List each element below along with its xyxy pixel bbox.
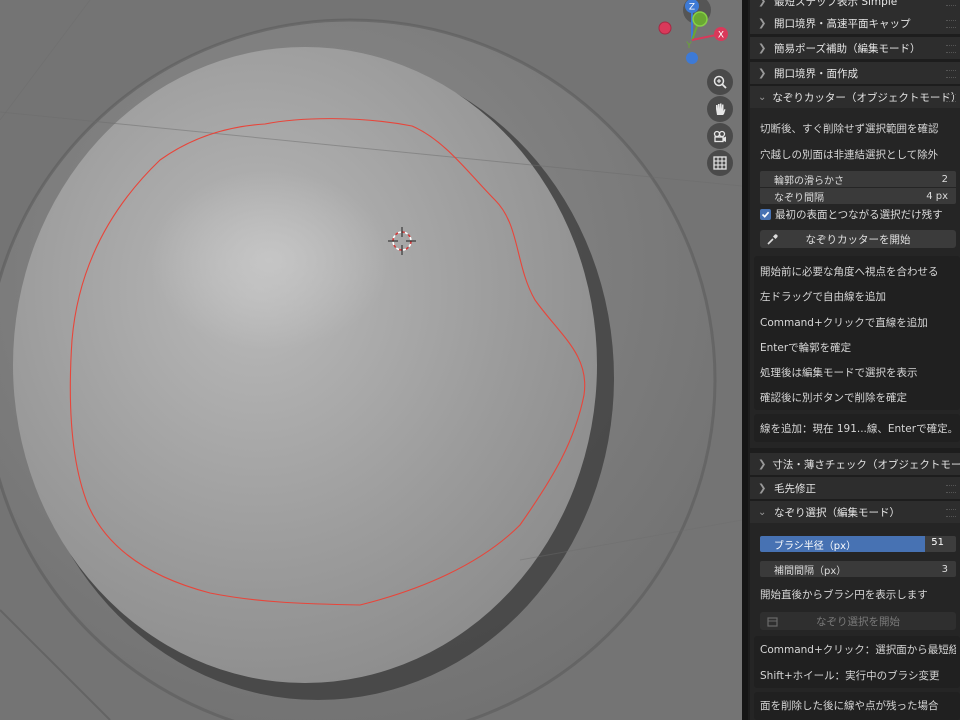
contour-smoothness-value: 2 [941, 173, 948, 185]
axis-neg-x-icon[interactable] [658, 21, 672, 35]
chevron-right-icon: ❯ [758, 458, 767, 470]
checkbox-checked-icon [760, 209, 771, 220]
panel-header-label: 開口境界・高速平面キャップ [774, 17, 911, 30]
keep-first-surface-label: 最初の表面とつながる選択だけ残す [775, 209, 943, 221]
drag-grip-icon[interactable] [946, 20, 956, 28]
camera-icon [713, 130, 726, 143]
trace-interval-value: 4 px [926, 190, 948, 202]
drag-grip-icon[interactable] [946, 70, 956, 78]
interpolation-interval-value: 3 [941, 563, 948, 575]
3d-viewport[interactable]: Z Y X [0, 0, 742, 720]
contour-smoothness-field[interactable]: 輪郭の滑らかさ 2 [760, 171, 956, 187]
eyedropper-icon [767, 234, 778, 245]
chevron-right-icon: ❯ [758, 0, 767, 7]
chevron-down-icon: ⌄ [758, 91, 767, 103]
pan-button[interactable] [707, 96, 733, 122]
zoom-button[interactable] [707, 69, 733, 95]
chevron-down-icon: ⌄ [758, 506, 767, 518]
brush-radius-label: ブラシ半径（px） [774, 541, 857, 552]
drag-grip-icon[interactable] [946, 94, 956, 102]
trace-interval-label: なぞり間隔 [774, 192, 824, 204]
drag-grip-icon[interactable] [946, 0, 956, 6]
start-tracing-select-label: なぞり選択を開始 [816, 615, 900, 628]
contour-smoothness-label: 輪郭の滑らかさ [774, 175, 844, 187]
cutter-step-4: Enterで輪郭を確定 [760, 342, 852, 354]
panel-header-label: 簡易ポーズ補助（編集モード） [774, 42, 921, 55]
grid-icon [713, 156, 727, 170]
panel-header-tracing-cutter[interactable]: ⌄ なぞりカッター（オブジェクトモード） [750, 86, 960, 108]
axis-y-label: Y [685, 41, 692, 51]
panel-header-pose-assist[interactable]: ❯ 簡易ポーズ補助（編集モード） [750, 37, 960, 59]
interpolation-interval-label: 補間間隔（px） [774, 565, 847, 577]
panel-header-label: なぞりカッター（オブジェクトモード） [772, 91, 960, 104]
select-tip-2: Shift+ホイール：実行中のブラシ変更 [760, 670, 940, 682]
panel-header-shortest-step[interactable]: ❯ 最短ステップ表示 Simple [750, 0, 960, 12]
cutter-info-2: 穴越しの別面は非連結選択として除外 [760, 149, 939, 161]
axis-x-label: X [718, 31, 724, 41]
panel-header-label: 毛先修正 [774, 482, 816, 495]
interpolation-interval-field[interactable]: 補間間隔（px） 3 [760, 561, 956, 577]
toggle-projection-button[interactable] [707, 150, 733, 176]
axis-z-label: Z [689, 3, 695, 13]
camera-view-button[interactable] [707, 123, 733, 149]
hand-icon [716, 103, 726, 115]
axis-x-icon[interactable]: X [714, 27, 728, 41]
axis-y-icon[interactable] [692, 11, 708, 27]
cutter-status-text: 線を追加：現在 191...線、Enterで確定。 [760, 423, 956, 435]
panel-header-label: 寸法・薄さチェック（オブジェクトモード） [772, 458, 960, 471]
cutter-step-5: 処理後は編集モードで選択を表示 [760, 367, 918, 379]
brush-radius-slider[interactable]: ブラシ半径（px） 51 [760, 536, 956, 552]
sidebar-resize-edge[interactable] [742, 0, 748, 720]
zoom-icon [713, 75, 727, 89]
chevron-right-icon: ❯ [758, 42, 767, 54]
panel-header-label: 最短ステップ表示 Simple [774, 0, 898, 8]
chevron-right-icon: ❯ [758, 482, 767, 494]
select-brush-icon [767, 617, 778, 627]
select-info-1: 開始直後からブラシ円を表示します [760, 589, 928, 601]
cutter-info-1: 切断後、すぐ削除せず選択範囲を確認 [760, 123, 939, 135]
chevron-right-icon: ❯ [758, 67, 767, 79]
panel-header-label: なぞり選択（編集モード） [774, 506, 900, 519]
cutter-step-3: Command+クリックで直線を追加 [760, 317, 928, 329]
panel-header-hair-tip-fix[interactable]: ❯ 毛先修正 [750, 477, 960, 499]
start-tracing-cutter-button[interactable]: なぞりカッターを開始 [760, 230, 956, 248]
navigation-gizmo[interactable]: Z Y X [655, 0, 742, 70]
start-tracing-cutter-label: なぞりカッターを開始 [805, 233, 911, 246]
panel-header-face-create[interactable]: ❯ 開口境界・面作成 [750, 62, 960, 84]
panel-header-dimension-check[interactable]: ❯ 寸法・薄さチェック（オブジェクトモード） [750, 453, 960, 475]
start-tracing-select-button[interactable]: なぞり選択を開始 [760, 612, 956, 630]
brush-radius-value: 51 [931, 537, 944, 548]
drag-grip-icon[interactable] [946, 485, 956, 493]
select-tip-3: 面を削除した後に線や点が残った場合 [760, 700, 939, 712]
panel-header-tracing-select[interactable]: ⌄ なぞり選択（編集モード） [750, 501, 960, 523]
cutter-step-2: 左ドラッグで自由線を追加 [760, 291, 886, 303]
cutter-step-1: 開始前に必要な角度へ視点を合わせる [760, 266, 939, 278]
drag-grip-icon[interactable] [946, 45, 956, 53]
viewport-scene [0, 0, 742, 720]
axis-neg-z-icon[interactable] [686, 52, 698, 64]
cutter-step-6: 確認後に別ボタンで削除を確定 [760, 392, 907, 404]
chevron-right-icon: ❯ [758, 17, 767, 29]
select-tip-1: Command+クリック：選択面から最短経路 [760, 644, 956, 656]
cutter-steps-box [754, 256, 960, 410]
drag-grip-icon[interactable] [946, 509, 956, 517]
panel-header-label: 開口境界・面作成 [774, 67, 858, 80]
trace-interval-field[interactable]: なぞり間隔 4 px [760, 188, 956, 204]
keep-first-surface-checkbox[interactable]: 最初の表面とつながる選択だけ残す [760, 207, 943, 222]
panel-header-fast-cap[interactable]: ❯ 開口境界・高速平面キャップ [750, 12, 960, 34]
